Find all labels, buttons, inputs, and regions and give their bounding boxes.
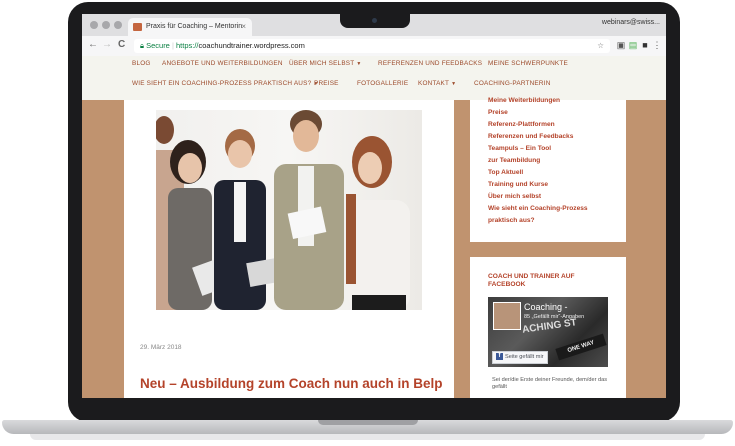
extension-icon[interactable]: ▣ bbox=[616, 40, 626, 51]
facebook-friends-text: Sei der/die Erste deiner Freunde, dem/de… bbox=[492, 377, 608, 390]
street-sign-text: ACHING ST bbox=[521, 317, 578, 336]
favicon-icon bbox=[133, 23, 142, 31]
url-host: coachundtrainer.wordpress.com bbox=[198, 41, 305, 50]
nav-item-ueber-mich[interactable]: ÜBER MICH SELBST ▼ bbox=[289, 60, 362, 67]
forward-icon[interactable]: → bbox=[102, 39, 112, 50]
facebook-like-button[interactable]: f Seite gefällt mir bbox=[492, 351, 548, 364]
lock-icon: 🔒︎ bbox=[140, 41, 144, 50]
sidebar-link[interactable]: Über mich selbst bbox=[488, 193, 541, 200]
chevron-down-icon: ▼ bbox=[451, 81, 457, 87]
sidebar-link[interactable]: Training und Kurse bbox=[488, 181, 548, 188]
extension-green-icon[interactable]: ▤ bbox=[628, 40, 638, 51]
sidebar-link[interactable]: Meine Weiterbildungen bbox=[488, 97, 560, 104]
browser-tab[interactable]: Praxis für Coaching – Mentorin × bbox=[128, 18, 252, 36]
address-bar[interactable]: 🔒︎ Secure | https://coachundtrainer.word… bbox=[134, 39, 610, 53]
business-team-photo bbox=[156, 110, 410, 310]
browser-toolbar: ← → C 🔒︎ Secure | https://coachundtraine… bbox=[82, 36, 666, 57]
bookmark-star-icon[interactable]: ☆ bbox=[597, 39, 604, 53]
secure-label: Secure bbox=[146, 41, 170, 50]
nav-item-blog[interactable]: BLOG bbox=[132, 60, 151, 67]
laptop-base-shadow bbox=[30, 434, 705, 440]
site-navigation: BLOG ANGEBOTE UND WEITERBILDUNGEN ÜBER M… bbox=[82, 56, 666, 100]
post-title[interactable]: Neu – Ausbildung zum Coach nun auch in B… bbox=[140, 376, 443, 391]
post-date: 29. März 2018 bbox=[140, 344, 182, 351]
nav-label: KONTAKT bbox=[418, 80, 450, 87]
nav-item-angebote[interactable]: ANGEBOTE UND WEITERBILDUNGEN bbox=[162, 60, 283, 67]
sidebar-link[interactable]: Top Aktuell bbox=[488, 169, 523, 176]
camera-icon bbox=[372, 18, 377, 23]
one-way-sign: ONE WAY bbox=[555, 333, 607, 361]
like-button-label: Seite gefällt mir bbox=[505, 354, 544, 360]
facebook-likes-count: 85 „Gefällt mir“-Angaben bbox=[524, 314, 585, 320]
nav-item-coaching-prozess[interactable]: WIE SIEHT EIN COACHING-PROZESS PRAKTISCH… bbox=[132, 80, 318, 87]
nav-item-schwerpunkte[interactable]: MEINE SCHWERPUNKTE bbox=[488, 60, 568, 67]
facebook-widget: COACH UND TRAINER AUF FACEBOOK ACHING ST… bbox=[470, 257, 626, 398]
back-icon[interactable]: ← bbox=[88, 39, 98, 50]
browser-menu-icon[interactable]: ⋮ bbox=[652, 40, 662, 51]
facebook-page-cover[interactable]: ACHING ST ONE WAY Coaching - 85 „Gefällt… bbox=[488, 297, 608, 367]
nav-item-preise[interactable]: PREISE bbox=[314, 80, 339, 87]
url-protocol: https:// bbox=[176, 41, 199, 50]
sidebar-link[interactable]: zur Teambildung bbox=[488, 157, 540, 164]
facebook-widget-heading: COACH UND TRAINER AUF FACEBOOK bbox=[488, 273, 575, 288]
nav-item-coaching-partnerin[interactable]: COACHING-PARTNERIN bbox=[474, 80, 551, 87]
facebook-page-name[interactable]: Coaching - bbox=[524, 302, 568, 312]
facebook-page-avatar[interactable] bbox=[493, 302, 521, 330]
sidebar-link[interactable]: Referenzen und Feedbacks bbox=[488, 133, 573, 140]
post-content: 29. März 2018 Neu – Ausbildung zum Coach… bbox=[124, 100, 454, 398]
sidebar-link[interactable]: praktisch aus? bbox=[488, 217, 535, 224]
sidebar-link[interactable]: Referenz-Plattformen bbox=[488, 121, 555, 128]
close-window-icon[interactable] bbox=[90, 21, 98, 29]
facebook-icon: f bbox=[496, 353, 503, 361]
sidebar-link[interactable]: Teampuls – Ein Tool bbox=[488, 145, 551, 152]
laptop-screen: Praxis für Coaching – Mentorin × webinar… bbox=[82, 14, 666, 398]
sidebar-link[interactable]: Wie sieht ein Coaching-Prozess bbox=[488, 205, 588, 212]
chevron-down-icon: ▼ bbox=[356, 61, 362, 67]
nav-label: WIE SIEHT EIN COACHING-PROZESS PRAKTISCH… bbox=[132, 80, 312, 87]
account-label[interactable]: webinars@swiss... bbox=[602, 19, 660, 26]
zoom-window-icon[interactable] bbox=[114, 21, 122, 29]
sidebar-link[interactable]: Preise bbox=[488, 109, 508, 116]
sidebar-pages-widget: Meine Weiterbildungen Preise Referenz-Pl… bbox=[470, 97, 626, 242]
extension-dark-icon[interactable]: ■ bbox=[640, 40, 650, 51]
nav-item-referenzen[interactable]: REFERENZEN UND FEEDBACKS bbox=[378, 60, 482, 67]
laptop-base-groove bbox=[318, 420, 418, 425]
nav-item-kontakt[interactable]: KONTAKT ▼ bbox=[418, 80, 456, 87]
tab-close-icon[interactable]: × bbox=[241, 18, 246, 36]
nav-label: ÜBER MICH SELBST bbox=[289, 60, 355, 67]
reload-icon[interactable]: C bbox=[118, 39, 125, 50]
tab-title: Praxis für Coaching – Mentorin bbox=[146, 23, 243, 30]
nav-item-fotogallerie[interactable]: FOTOGALLERIE bbox=[357, 80, 408, 87]
minimize-window-icon[interactable] bbox=[102, 21, 110, 29]
post-featured-image[interactable] bbox=[156, 110, 422, 310]
